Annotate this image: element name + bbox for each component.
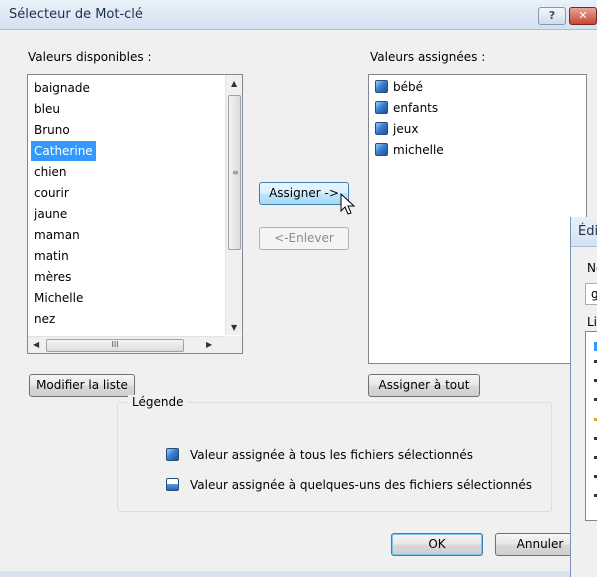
keyword-assigned-some-icon bbox=[166, 478, 179, 491]
assigned-list-item[interactable]: jeux bbox=[373, 119, 421, 139]
assigned-list-item[interactable]: bébé bbox=[373, 77, 426, 97]
remove-button[interactable]: <-Enlever bbox=[259, 227, 349, 250]
background-window-label-name: No bbox=[587, 261, 597, 275]
vertical-scrollbar[interactable]: ▲ ≡ ▼ bbox=[225, 75, 242, 335]
available-values-list[interactable]: ▲ ≡ ▼ ◀ III ▶ baignade bleu Bruno Catherine… bbox=[27, 74, 243, 354]
assigned-item-label: enfants bbox=[393, 101, 439, 115]
ok-button[interactable]: OK bbox=[391, 533, 483, 556]
available-list-item[interactable]: mères bbox=[31, 267, 74, 287]
scroll-right-icon[interactable]: ▶ bbox=[206, 340, 212, 349]
title-bar[interactable]: Sélecteur de Mot-clé ? ✕ bbox=[0, 0, 597, 30]
keyword-selector-dialog: Sélecteur de Mot-clé ? ✕ Valeurs disponi… bbox=[0, 0, 597, 571]
window-title: Sélecteur de Mot-clé bbox=[9, 7, 143, 22]
horizontal-scroll-thumb[interactable]: III bbox=[46, 339, 184, 352]
background-window-title: Édi bbox=[578, 224, 597, 239]
assigned-item-label: bébé bbox=[393, 80, 423, 94]
available-list-item[interactable]: matin bbox=[31, 246, 72, 266]
assigned-values-label: Valeurs assignées : bbox=[370, 50, 486, 64]
keyword-assigned-all-icon bbox=[375, 80, 388, 93]
scroll-corner bbox=[225, 336, 242, 353]
close-button[interactable]: ✕ bbox=[569, 7, 597, 25]
keyword-assigned-all-icon bbox=[375, 143, 388, 156]
available-list-item[interactable]: chien bbox=[31, 162, 70, 182]
assigned-item-label: jeux bbox=[393, 122, 419, 136]
available-list-item[interactable]: Bruno bbox=[31, 120, 73, 140]
available-list-item[interactable]: jaune bbox=[31, 204, 70, 224]
assigned-item-label: michelle bbox=[393, 143, 444, 157]
horizontal-scrollbar[interactable]: ◀ III ▶ bbox=[28, 336, 242, 353]
keyword-assigned-all-icon bbox=[166, 448, 179, 461]
legend-some-files-text: Valeur assignée à quelques-uns des fichi… bbox=[190, 478, 532, 492]
background-window-list[interactable] bbox=[585, 331, 597, 521]
background-window-title-bar[interactable]: Édi bbox=[571, 217, 597, 247]
available-list-item[interactable]: maman bbox=[31, 225, 83, 245]
assigned-list-item[interactable]: michelle bbox=[373, 140, 447, 160]
available-list-item[interactable]: bleu bbox=[31, 99, 63, 119]
available-values-label: Valeurs disponibles : bbox=[28, 50, 152, 64]
available-list-item[interactable]: Michelle bbox=[31, 288, 86, 308]
vertical-scroll-thumb[interactable]: ≡ bbox=[228, 95, 241, 250]
modify-list-button[interactable]: Modifier la liste bbox=[29, 374, 135, 397]
assigned-values-list[interactable]: bébé enfants jeux michelle bbox=[368, 74, 587, 364]
background-window-label-list: Lis bbox=[587, 315, 597, 329]
scroll-down-icon[interactable]: ▼ bbox=[231, 323, 237, 332]
keyword-assigned-all-icon bbox=[375, 101, 388, 114]
assign-button[interactable]: Assigner -> bbox=[259, 182, 349, 205]
available-list-item[interactable]: Catherine bbox=[31, 141, 96, 161]
help-button[interactable]: ? bbox=[538, 7, 566, 25]
keyword-assigned-all-icon bbox=[375, 122, 388, 135]
assign-all-button[interactable]: Assigner à tout bbox=[368, 374, 480, 397]
background-window-name-field[interactable]: g bbox=[585, 283, 597, 305]
assigned-list-item[interactable]: enfants bbox=[373, 98, 441, 118]
legend-all-files-text: Valeur assignée à tous les fichiers séle… bbox=[190, 448, 474, 462]
legend-title: Légende bbox=[128, 395, 188, 409]
background-edit-window[interactable]: Édi No g Lis bbox=[570, 217, 597, 577]
available-list-item[interactable]: courir bbox=[31, 183, 72, 203]
available-list-item[interactable]: nez bbox=[31, 309, 58, 329]
scroll-left-icon[interactable]: ◀ bbox=[33, 340, 39, 349]
available-list-item[interactable]: baignade bbox=[31, 78, 93, 98]
scroll-up-icon[interactable]: ▲ bbox=[231, 79, 237, 88]
mouse-pointer-icon bbox=[340, 193, 356, 215]
